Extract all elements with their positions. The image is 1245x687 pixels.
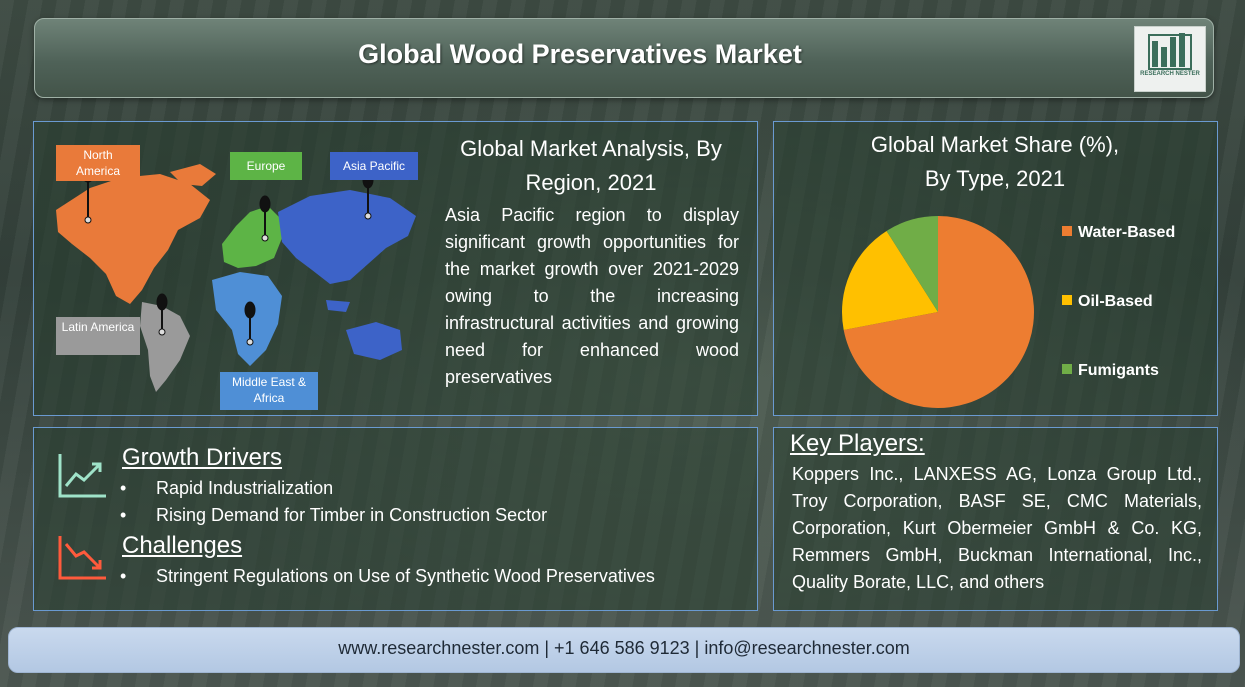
decline-chart-icon [58,536,106,580]
key-players-text: Koppers Inc., LANXESS AG, Lonza Group Lt… [792,464,1202,592]
share-panel-title: Global Market Share (%), By Type, 2021 [790,128,1200,196]
legend-item: Water-Based [1062,224,1175,242]
logo-text: RESEARCH NESTER [1140,71,1200,77]
logo-bars-icon [1148,33,1192,70]
legend-swatch [1062,295,1072,305]
growth-drivers-title: Growth Drivers [122,444,283,471]
challenge-item: • Stringent Regulations on Use of Synthet… [120,566,655,586]
share-title-line2: By Type, 2021 [924,166,1066,191]
page-title: Global Wood Preservatives Market [358,39,802,69]
pie-chart [842,216,1034,408]
map-asia [278,190,416,284]
label-middle-east-africa: Middle East & Africa [220,372,318,410]
map-latin-america [140,302,190,392]
growth-driver-item: • Rising Demand for Timber in Constructio… [120,505,548,525]
map-north-america [56,174,210,304]
label-asia-pacific: Asia Pacific [330,152,418,180]
growth-driver-item: • Rapid Industrialization [120,478,334,498]
legend-label: Oil-Based [1078,293,1153,310]
share-title-line1: Global Market Share (%), [870,132,1120,157]
label-europe: Europe [230,152,302,180]
label-latin-america: Latin America [56,317,140,355]
growth-chart-icon [58,454,106,498]
challenges-title: Challenges [122,532,243,559]
label-north-america: North America [56,145,140,181]
map-africa [212,272,282,366]
region-panel-title: Global Market Analysis, By Region, 2021 [460,136,722,195]
region-panel-text: Asia Pacific region to display significa… [445,205,739,387]
key-players-title: Key Players: [790,430,925,457]
legend-label: Water-Based [1078,224,1176,241]
legend-swatch [1062,364,1072,374]
legend-item: Oil-Based [1062,293,1153,311]
footer-bar: www.researchnester.com | +1 646 586 9123… [8,627,1240,673]
research-nester-logo: RESEARCH NESTER [1134,26,1206,92]
footer-contact-text: www.researchnester.com | +1 646 586 9123… [338,638,910,658]
legend-label: Fumigants [1078,362,1159,379]
legend-item: Fumigants [1062,362,1159,380]
header-banner: Global Wood Preservatives Market [34,18,1214,98]
legend-swatch [1062,226,1072,236]
map-australia [346,322,402,360]
map-europe [222,206,282,268]
